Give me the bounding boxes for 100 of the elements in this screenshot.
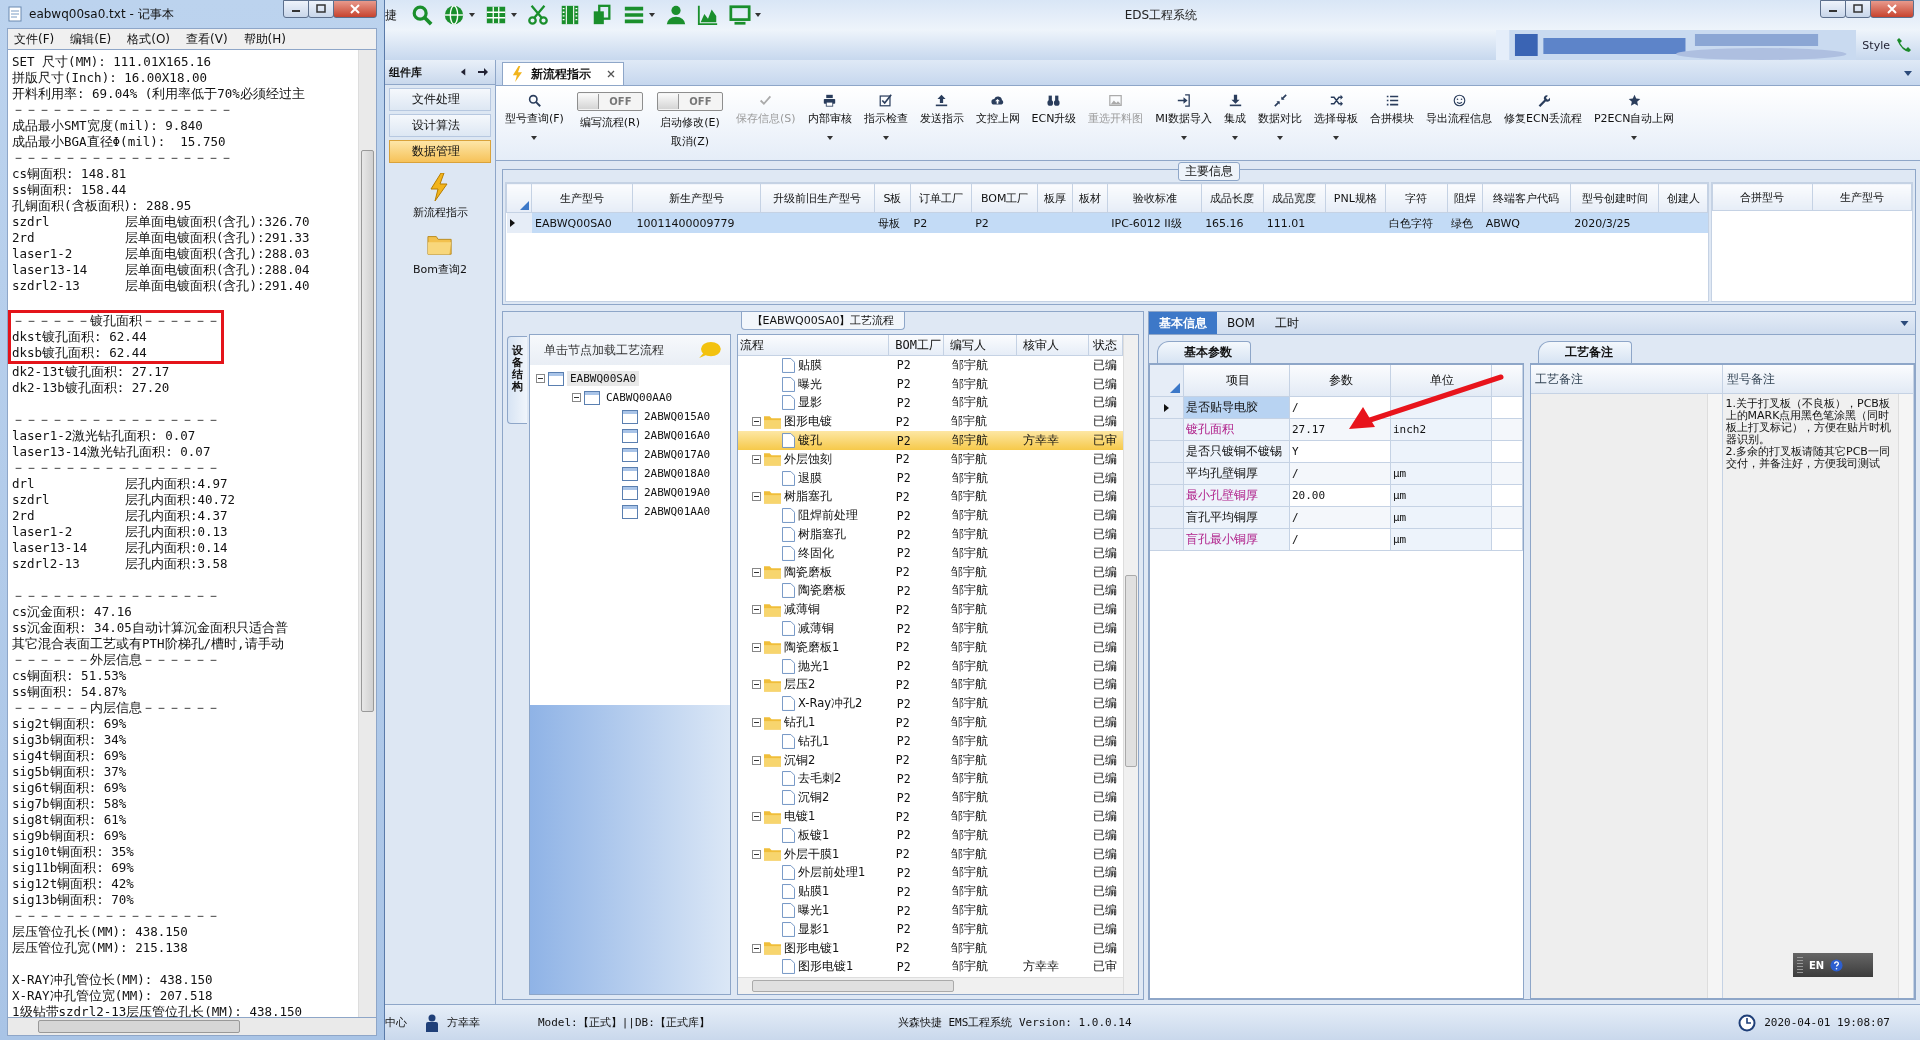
column-header[interactable]: 状态 (1088, 335, 1123, 355)
column-header[interactable]: 生产型号 (531, 183, 633, 213)
column-header[interactable]: 成品长度 (1201, 183, 1264, 213)
tab[interactable]: BOM (1217, 312, 1265, 334)
expand-icon[interactable] (752, 417, 761, 427)
column-header[interactable]: 核审人 (1016, 335, 1089, 355)
column-header[interactable]: 流程 (738, 335, 890, 355)
tab[interactable]: 工时 (1264, 312, 1309, 334)
table-row[interactable]: 沉铜2 P2 邹宇航 已编 (738, 750, 1123, 770)
table-row[interactable]: 曝光1 P2 邹宇航 已编 (738, 901, 1123, 920)
expand-icon[interactable] (536, 374, 545, 383)
table-row[interactable]: 退膜 P2 邹宇航 已编 (738, 468, 1123, 488)
column-header[interactable]: 工艺备注 (1531, 365, 1723, 393)
table-row[interactable]: 外层干膜1 P2 邹宇航 已编 (738, 844, 1123, 864)
table-row[interactable]: 贴膜1 P2 邹宇航 已编 (738, 882, 1123, 902)
toolbar-button[interactable]: 内部审核 (802, 92, 857, 154)
table-row[interactable]: 外层蚀刻 P2 邹宇航 已编 (738, 450, 1123, 469)
table-row[interactable]: 陶瓷磨板1 P2 邹宇航 已编 (738, 637, 1123, 657)
search-icon[interactable] (411, 4, 433, 26)
column-header[interactable]: 验收标准 (1107, 183, 1202, 213)
tree-item[interactable]: 2ABWQ01AA0 (641, 504, 714, 519)
tree-item[interactable]: 2ABWQ019A0 (641, 485, 714, 500)
table-row[interactable]: 贴膜 P2 邹宇航 已编 (738, 356, 1123, 375)
column-header[interactable]: 阻焊 (1447, 183, 1483, 213)
table-row[interactable]: 终固化 P2 邹宇航 已编 (738, 543, 1123, 563)
table-row[interactable]: 钻孔1 P2 邹宇航 已编 (738, 713, 1123, 732)
menu-item[interactable]: 编辑(E) (70, 30, 112, 48)
column-header[interactable]: 字符 (1385, 183, 1448, 213)
close-button[interactable] (1870, 0, 1914, 18)
expand-icon[interactable] (752, 605, 761, 615)
globe-icon[interactable] (443, 4, 465, 26)
table-row[interactable]: EABWQ00SA0 10011400009779 母板 P2 P2 IPC-6012 II级 165.16 111.01 白色字符 绿色 ABWQ 2020/3/25 (506, 212, 1708, 233)
column-header[interactable]: BOM工厂 (889, 335, 945, 355)
shortcut-label[interactable]: Bom查询2 (413, 262, 467, 277)
tab[interactable]: 基本信息 (1149, 312, 1217, 334)
table-row[interactable]: 外层前处理1 P2 邹宇航 已编 (738, 863, 1123, 883)
language-bar[interactable]: EN (1793, 953, 1873, 977)
expand-icon[interactable] (752, 492, 761, 502)
table-row[interactable]: 显影 P2 邹宇航 已编 (738, 393, 1123, 413)
remark-field[interactable] (1531, 394, 1723, 998)
menu-item[interactable]: 文件(F) (14, 30, 55, 48)
caret-icon[interactable] (755, 13, 761, 17)
column-header[interactable]: 型号创建时间 (1570, 183, 1659, 213)
menu-item[interactable]: 帮助(H) (243, 30, 286, 48)
table-row[interactable]: 减薄铜 P2 邹宇航 已编 (738, 619, 1123, 638)
panel-tab[interactable]: 工艺备注 (1538, 341, 1632, 363)
toolbar-button[interactable]: ECN升级 (1026, 92, 1082, 154)
column-header[interactable]: 终端客户代码 (1482, 183, 1571, 213)
chart-icon[interactable] (697, 4, 719, 26)
column-header[interactable]: 升级前旧生产型号 (760, 183, 875, 213)
column-header[interactable]: 参数 (1290, 365, 1391, 397)
table-row[interactable]: 陶瓷磨板 P2 邹宇航 已编 (738, 562, 1123, 582)
toolbar-button[interactable]: 导出流程信息 (1421, 92, 1498, 154)
column-header[interactable]: S板 (874, 183, 911, 213)
list-icon[interactable] (623, 4, 645, 26)
toggle-switch[interactable]: OFF (656, 92, 723, 111)
table-row[interactable]: 层压2 P2 邹宇航 已编 (738, 675, 1123, 695)
side-tab[interactable]: 设备结构 (507, 336, 527, 425)
toolbar-button[interactable]: 修复ECN丢流程 (1499, 92, 1587, 154)
toolbar-button[interactable]: 选择母板 (1309, 92, 1364, 154)
column-header[interactable]: 成品宽度 (1263, 183, 1326, 213)
tree-item[interactable]: 2ABWQ016A0 (641, 428, 714, 443)
expand-icon[interactable] (572, 393, 581, 402)
column-header[interactable]: 创建人 (1658, 183, 1708, 213)
style-menu[interactable]: Style (1862, 38, 1890, 52)
column-header[interactable]: 生产型号 (1812, 183, 1912, 211)
table-row[interactable]: 是否只镀铜不镀锡 Y (1150, 441, 1523, 463)
table-row[interactable]: 镀孔 P2 邹宇航 方幸幸 已审 (738, 431, 1123, 450)
minimize-button[interactable] (283, 0, 309, 18)
table-row[interactable]: X-Ray冲孔2 P2 邹宇航 已编 (738, 694, 1123, 714)
close-icon[interactable] (607, 70, 615, 78)
table-row[interactable]: 减薄铜 P2 邹宇航 已编 (738, 600, 1123, 620)
column-header[interactable]: 板厚 (1037, 183, 1073, 213)
toolbar-button[interactable]: 文控上网 (970, 92, 1025, 154)
maximize-button[interactable] (308, 0, 334, 18)
help-icon[interactable] (1830, 958, 1844, 972)
document-tab[interactable]: 新流程指示 (502, 62, 624, 85)
expand-icon[interactable] (752, 454, 761, 464)
toggle-switch[interactable]: OFF (576, 92, 643, 111)
caret-icon[interactable] (1904, 71, 1912, 76)
expand-icon[interactable] (752, 718, 761, 728)
expand-icon[interactable] (752, 849, 761, 859)
table-row[interactable]: 盲孔最小铜厚 / μm (1150, 529, 1523, 551)
expand-icon[interactable] (752, 642, 761, 652)
shortcut-label[interactable]: 新流程指示 (412, 205, 468, 220)
panel-tab[interactable]: 基本参数 (1157, 341, 1251, 363)
toolbar-button[interactable]: 指示检查 (858, 92, 913, 154)
table-row[interactable]: 显影1 P2 邹宇航 已编 (738, 919, 1123, 939)
column-header[interactable]: 订单工厂 (910, 183, 972, 213)
table-row[interactable]: 沉铜2 P2 邹宇航 已编 (738, 788, 1123, 808)
table-row[interactable]: 图形电镀 P2 邹宇航 已编 (738, 412, 1123, 432)
tree-item[interactable]: EABWQ00SA0 (567, 371, 640, 386)
toolbar-button[interactable]: 发送指示 (914, 92, 969, 154)
scrollbar[interactable] (7, 1018, 377, 1036)
expand-icon[interactable] (752, 680, 761, 690)
person-icon[interactable] (665, 4, 687, 26)
table-row[interactable]: 树脂塞孔 P2 邹宇航 已编 (738, 525, 1123, 544)
table-row[interactable]: 电镀1 P2 邹宇航 已编 (738, 807, 1123, 826)
table-row[interactable]: 是否贴导电胶 / (1150, 397, 1523, 419)
pin-icon[interactable] (477, 66, 489, 78)
